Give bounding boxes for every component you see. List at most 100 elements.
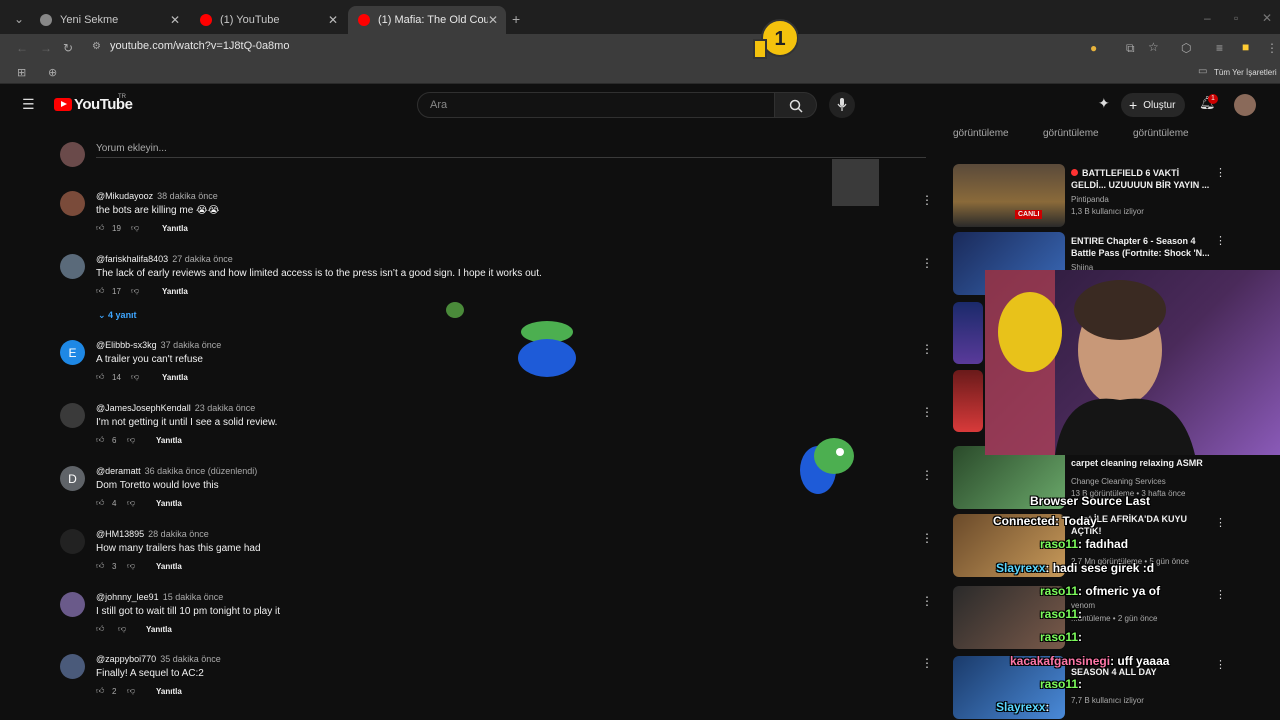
tab-title: (1) Mafia: The Old Country - Off — [378, 14, 488, 26]
voice-search-button[interactable] — [829, 92, 855, 118]
thumbs-up-icon[interactable]: 👍︎ — [96, 223, 104, 233]
video-thumbnail[interactable] — [953, 370, 983, 432]
comment-author[interactable]: @Mikudayooz 38 dakika önce — [96, 191, 218, 201]
close-icon[interactable]: ✕ — [488, 13, 498, 27]
video-title[interactable]: BATTLEFIELD 6 VAKTİ GELDİ... UZUUUUN BİR… — [1071, 167, 1211, 191]
comment-author[interactable]: @zappyboi770 35 dakika önce — [96, 654, 221, 664]
tab-new-tab[interactable]: Yeni Sekme ✕ — [30, 6, 188, 34]
thumbs-up-icon[interactable]: 👍︎ — [96, 561, 104, 571]
menu-hamburger-icon[interactable]: ☰ — [22, 96, 35, 113]
more-options-icon[interactable]: ⋮ — [921, 594, 933, 608]
more-options-icon[interactable]: ⋮ — [921, 656, 933, 670]
thumbs-up-icon[interactable]: 👍︎ — [96, 372, 104, 382]
install-app-icon[interactable]: ⧉ — [1126, 41, 1135, 56]
recommended-video[interactable] — [953, 302, 983, 365]
forward-icon[interactable]: → — [40, 41, 52, 55]
avatar[interactable] — [60, 654, 85, 679]
site-info-icon[interactable]: ⚙ — [92, 41, 101, 52]
more-options-icon[interactable]: ⋮ — [921, 256, 933, 270]
bookmark-star-icon[interactable]: ☆ — [1148, 40, 1159, 54]
account-avatar[interactable] — [1234, 94, 1256, 116]
comment-author[interactable]: @Elibbb-sx3kg 37 dakika önce — [96, 340, 221, 350]
thumbs-up-icon[interactable]: 👍︎ — [96, 435, 104, 445]
microphone-icon — [837, 98, 847, 111]
comment-author[interactable]: @JamesJosephKendall 23 dakika önce — [96, 403, 255, 413]
comment-author[interactable]: @deramatt 36 dakika önce (düzenlendi) — [96, 466, 257, 476]
profile-icon[interactable]: ■ — [1242, 40, 1249, 54]
apps-grid-icon[interactable]: ⊞ — [17, 66, 26, 79]
globe-icon[interactable]: ⊕ — [48, 66, 57, 79]
more-options-icon[interactable]: ⋮ — [1215, 166, 1226, 179]
back-icon[interactable]: ← — [16, 41, 28, 55]
tab-search-icon[interactable]: ⌄ — [14, 12, 24, 26]
comment-author[interactable]: @fariskhalifa8403 27 dakika önce — [96, 254, 233, 264]
comment-author[interactable]: @johnny_lee91 15 dakika önce — [96, 592, 223, 602]
youtube-logo-icon[interactable] — [54, 98, 72, 111]
avatar[interactable]: D — [60, 466, 85, 491]
tab-list-icon[interactable]: ≡ — [1216, 41, 1223, 55]
video-title[interactable]: ENTIRE Chapter 6 - Season 4 Battle Pass … — [1071, 235, 1211, 259]
video-thumbnail[interactable] — [953, 302, 983, 364]
reply-button[interactable]: Yanıtla — [156, 562, 182, 571]
more-options-icon[interactable]: ⋮ — [921, 342, 933, 356]
channel-name[interactable]: Pintipanda — [1071, 195, 1109, 204]
maximize-icon[interactable]: ▫ — [1234, 11, 1238, 25]
thumbs-up-icon[interactable]: 👍︎ — [96, 286, 104, 296]
recommended-video[interactable] — [953, 370, 983, 433]
avatar[interactable] — [60, 403, 85, 428]
avatar[interactable] — [60, 529, 85, 554]
more-options-icon[interactable]: ⋮ — [1215, 234, 1226, 247]
thumbs-down-icon[interactable]: 👎︎ — [127, 561, 135, 571]
avatar[interactable]: E — [60, 340, 85, 365]
avatar[interactable] — [60, 254, 85, 279]
reply-button[interactable]: Yanıtla — [156, 499, 182, 508]
comment-author[interactable]: @HM13895 28 dakika önce — [96, 529, 209, 539]
minimize-icon[interactable]: – — [1204, 11, 1211, 25]
tab-youtube[interactable]: (1) YouTube ✕ — [190, 6, 346, 34]
thumbs-down-icon[interactable]: 👎︎ — [131, 223, 139, 233]
chrome-menu-icon[interactable]: ⋮ — [1266, 41, 1278, 55]
thumbs-down-icon[interactable]: 👎︎ — [131, 372, 139, 382]
cast-icon[interactable]: ✦ — [1098, 95, 1110, 112]
search-box[interactable]: Ara — [417, 92, 775, 118]
video-title[interactable]: carpet cleaning relaxing ASMR — [1071, 457, 1211, 469]
thumbs-down-icon[interactable]: 👎︎ — [118, 624, 126, 634]
extension-icon[interactable]: ● — [1090, 41, 1097, 55]
avatar[interactable] — [60, 191, 85, 216]
close-icon[interactable]: ✕ — [170, 13, 180, 27]
reply-button[interactable]: Yanıtla — [162, 373, 188, 382]
add-comment-input[interactable]: Yorum ekleyin... — [96, 143, 167, 154]
more-options-icon[interactable]: ⋮ — [921, 531, 933, 545]
reload-icon[interactable]: ↻ — [63, 41, 73, 55]
tab-mafia-video[interactable]: (1) Mafia: The Old Country - Off ✕ — [348, 6, 506, 34]
search-button[interactable] — [775, 92, 817, 118]
video-thumbnail[interactable]: CANLI — [953, 164, 1065, 227]
new-tab-icon[interactable]: + — [512, 11, 520, 27]
create-button[interactable]: + Oluştur — [1121, 93, 1185, 117]
like-count: 3 — [112, 562, 117, 571]
more-options-icon[interactable]: ⋮ — [921, 468, 933, 482]
reply-button[interactable]: Yanıtla — [162, 224, 188, 233]
window-close-icon[interactable]: ✕ — [1262, 11, 1272, 25]
thumbs-down-icon[interactable]: 👎︎ — [127, 435, 135, 445]
avatar[interactable] — [60, 592, 85, 617]
thumbs-up-icon[interactable]: 👍︎ — [96, 498, 104, 508]
thumbs-up-icon[interactable]: 👍︎ — [96, 686, 104, 696]
thumbs-down-icon[interactable]: 👎︎ — [127, 686, 135, 696]
more-options-icon[interactable]: ⋮ — [921, 193, 933, 207]
reply-button[interactable]: Yanıtla — [156, 436, 182, 445]
address-bar[interactable]: youtube.com/watch?v=1J8tQ-0a8mo — [110, 40, 289, 52]
close-icon[interactable]: ✕ — [328, 13, 338, 27]
thumbs-up-icon[interactable]: 👍︎ — [96, 624, 104, 634]
recommended-video[interactable]: CANLI BATTLEFIELD 6 VAKTİ GELDİ... UZUUU… — [953, 164, 1273, 227]
thumbs-down-icon[interactable]: 👎︎ — [131, 286, 139, 296]
channel-name[interactable]: Change Cleaning Services — [1071, 477, 1166, 486]
reply-button[interactable]: Yanıtla — [156, 687, 182, 696]
view-replies-toggle[interactable]: ⌄ 4 yanıt — [98, 310, 137, 321]
thumbs-down-icon[interactable]: 👎︎ — [127, 498, 135, 508]
extensions-puzzle-icon[interactable]: ⬡ — [1181, 41, 1191, 55]
more-options-icon[interactable]: ⋮ — [921, 405, 933, 419]
reply-button[interactable]: Yanıtla — [146, 625, 172, 634]
all-bookmarks-link[interactable]: Tüm Yer İşaretleri — [1214, 68, 1277, 77]
reply-button[interactable]: Yanıtla — [162, 287, 188, 296]
